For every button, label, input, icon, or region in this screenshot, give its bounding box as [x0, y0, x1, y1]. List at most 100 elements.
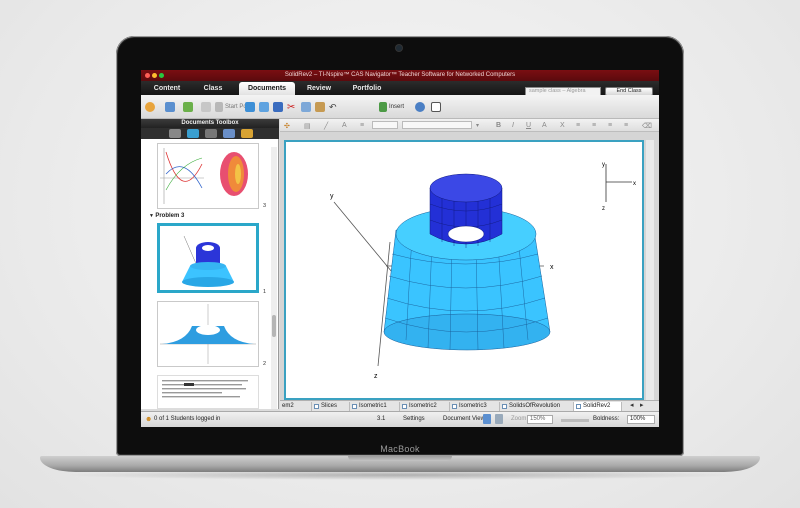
- chevron-down-icon[interactable]: ▾: [476, 122, 479, 129]
- graph-page[interactable]: y x z y z x: [284, 140, 644, 400]
- camera-icon: [396, 45, 402, 51]
- text-color-icon[interactable]: A: [342, 122, 347, 129]
- tools-tab-icon[interactable]: [169, 129, 181, 138]
- tab-review[interactable]: Review: [299, 82, 339, 95]
- page-thumbnail-selected[interactable]: [157, 223, 259, 293]
- cylinder-top: [429, 173, 503, 203]
- tools-icon[interactable]: ✣: [284, 122, 290, 130]
- sidebar-scroll-thumb[interactable]: [272, 315, 276, 337]
- align-center-icon[interactable]: ≡: [592, 122, 596, 129]
- tab-class[interactable]: Class: [193, 82, 233, 95]
- insert-button[interactable]: Insert: [379, 101, 404, 113]
- calculator-icon: [415, 102, 425, 112]
- status-bar: ☻ 0 of 1 Students logged in 3.1 Settings…: [141, 411, 659, 427]
- layout-button[interactable]: [431, 101, 441, 113]
- zoom-window-icon[interactable]: [159, 73, 164, 78]
- undo-button[interactable]: ↶: [329, 101, 337, 113]
- document-icon: [352, 404, 357, 409]
- doc-tab-label: SolidsOfRevolution: [509, 403, 561, 409]
- doc-tab[interactable]: em2: [280, 402, 312, 411]
- document-tabs: em2 Slices Isometric1 Isometric2 Isometr…: [280, 400, 659, 411]
- camera-capture-icon: [165, 102, 175, 112]
- computer-view-icon[interactable]: [495, 414, 503, 424]
- page-number: 1: [263, 289, 267, 295]
- fill-color-icon[interactable]: ▤: [304, 122, 311, 130]
- align-left-icon[interactable]: ≡: [576, 122, 580, 129]
- font-family-field[interactable]: [402, 121, 472, 129]
- cut-button[interactable]: ✂: [287, 101, 295, 113]
- save-button[interactable]: [273, 101, 283, 113]
- scroll-tabs-left-icon[interactable]: ◂: [630, 401, 634, 409]
- copy-button[interactable]: [301, 101, 311, 113]
- student-icon: ☻: [145, 416, 153, 423]
- zoom-slider[interactable]: [561, 419, 589, 422]
- underline-icon[interactable]: U: [526, 122, 531, 129]
- canvas-scrollbar[interactable]: [646, 140, 654, 400]
- sidebar-scrollbar[interactable]: [271, 147, 277, 409]
- copy-icon: [301, 102, 311, 112]
- bold-icon[interactable]: B: [496, 122, 501, 129]
- tab-documents[interactable]: Documents: [239, 82, 295, 95]
- tab-content[interactable]: Content: [147, 82, 187, 95]
- poll-icon: [215, 102, 223, 112]
- attributes-icon[interactable]: ≡: [360, 122, 364, 129]
- screen-capture-button[interactable]: [165, 101, 175, 113]
- minimize-window-icon[interactable]: [152, 73, 157, 78]
- clear-format-icon[interactable]: ⌫: [642, 122, 652, 130]
- laptop-notch: [348, 456, 452, 461]
- strikethrough-icon[interactable]: A: [542, 122, 547, 129]
- collect-button[interactable]: [201, 101, 211, 113]
- font-size-field[interactable]: [372, 121, 398, 129]
- new-doc-button[interactable]: [245, 101, 255, 113]
- formatting-toolbar: ✣ ▤ ╱ A ≡ ▾ B I U A X ≡ ≡ ≡ ≡ ⌫: [280, 119, 659, 132]
- students-logged-in: 0 of 1 Students logged in: [154, 416, 221, 422]
- solid-of-revolution-graph: y x z y z x: [330, 162, 636, 380]
- layout-icon: [431, 102, 441, 112]
- emulator-tab-icon[interactable]: [223, 129, 235, 138]
- screen: SolidRev2 – TI-Nspire™ CAS Navigator™ Te…: [141, 70, 659, 427]
- settings-link[interactable]: Settings: [403, 416, 425, 422]
- doc-tab[interactable]: Isometric2: [400, 402, 450, 411]
- indicator-z-label: z: [602, 206, 605, 212]
- close-window-icon[interactable]: [145, 73, 150, 78]
- scroll-tabs-right-icon[interactable]: ▸: [640, 401, 644, 409]
- calculator-button[interactable]: [415, 101, 425, 113]
- zoom-select[interactable]: 150%: [527, 415, 553, 424]
- superscript-icon[interactable]: X: [560, 122, 565, 129]
- doc-tab[interactable]: Isometric3: [450, 402, 500, 411]
- thumbnail-graph-icon: [160, 148, 248, 204]
- doc-tab-label: em2: [282, 403, 294, 409]
- doc-tab[interactable]: Isometric1: [350, 402, 400, 411]
- justify-icon[interactable]: ≡: [624, 122, 628, 129]
- doc-tab[interactable]: SolidsOfRevolution: [500, 402, 574, 411]
- document-icon: [402, 404, 407, 409]
- doc-tab[interactable]: Slices: [312, 402, 350, 411]
- inner-hole: [447, 225, 485, 243]
- tab-portfolio[interactable]: Portfolio: [345, 82, 389, 95]
- line-color-icon[interactable]: ╱: [324, 122, 328, 130]
- doc-tab-active[interactable]: SolidRev2: [574, 402, 622, 411]
- problem-heading[interactable]: ▼ Problem 3: [149, 213, 184, 219]
- save-icon: [273, 102, 283, 112]
- library-tab-icon[interactable]: [205, 129, 217, 138]
- italic-icon[interactable]: I: [512, 122, 514, 129]
- users-button[interactable]: [145, 101, 155, 113]
- page-thumbnail[interactable]: [157, 143, 259, 209]
- page-thumbnail[interactable]: [157, 301, 259, 367]
- page-thumbnail[interactable]: [157, 375, 259, 409]
- toolbox-tabs: [141, 128, 279, 139]
- indicator-y-label: y: [602, 162, 605, 168]
- open-doc-button[interactable]: [259, 101, 269, 113]
- document-icon: [452, 404, 457, 409]
- toolbox-title: Documents Toolbox: [141, 119, 279, 128]
- open-document-icon: [259, 102, 269, 112]
- paste-button[interactable]: [315, 101, 325, 113]
- boldness-select[interactable]: 100%: [627, 415, 655, 424]
- send-button[interactable]: [183, 101, 193, 113]
- problem-label: Problem 3: [155, 213, 185, 219]
- doc-tab-label: Isometric3: [459, 403, 487, 409]
- files-tab-icon[interactable]: [241, 129, 253, 138]
- align-right-icon[interactable]: ≡: [608, 122, 612, 129]
- page-sorter-tab-icon[interactable]: [187, 129, 199, 138]
- handheld-view-icon[interactable]: [483, 414, 491, 424]
